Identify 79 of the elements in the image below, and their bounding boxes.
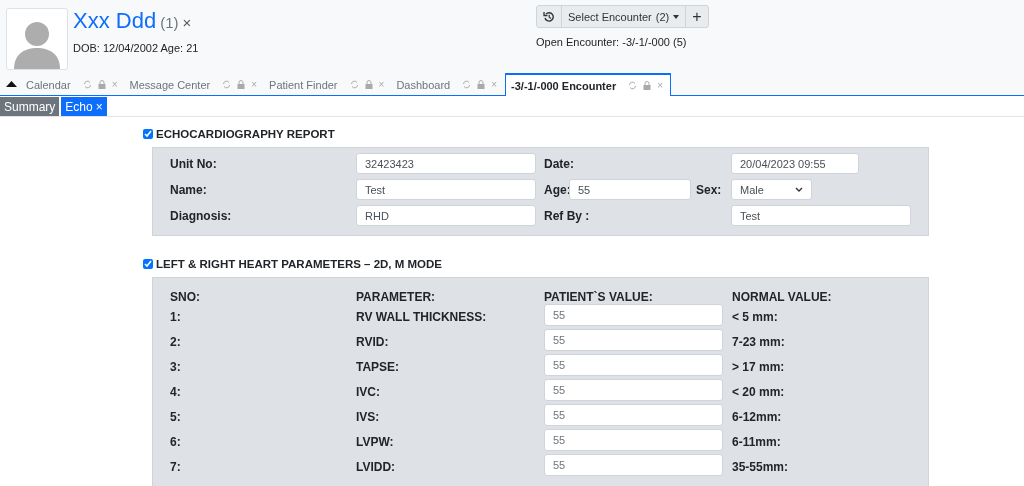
input-field[interactable]: 20/04/2023 09:55	[731, 153, 859, 174]
serial-number: 3:	[170, 359, 182, 374]
lock-icon[interactable]	[364, 80, 373, 89]
input-field[interactable]: RHD	[356, 205, 536, 226]
input-field[interactable]: Test	[731, 205, 911, 226]
field-label: Sex:	[696, 182, 723, 197]
section-title: ECHOCARDIOGRAPHY REPORT	[156, 128, 335, 140]
patient-count: (1)	[160, 14, 179, 31]
caret-icon	[673, 14, 680, 19]
parameter-name: IVC:	[356, 384, 381, 399]
input-field[interactable]: 55	[544, 379, 723, 401]
normal-value: 7-23 mm:	[732, 334, 785, 349]
refresh-icon[interactable]	[222, 80, 232, 89]
normal-value: < 20 mm:	[732, 384, 785, 399]
field-label: Diagnosis:	[170, 208, 233, 223]
section-checkbox[interactable]	[143, 259, 153, 269]
tab[interactable]: -3/-1/-000 Encounter ×	[505, 73, 672, 96]
normal-value: > 17 mm:	[732, 359, 785, 374]
column-header: PATIENT`S VALUE:	[544, 289, 654, 304]
tab[interactable]: Patient Finder ×	[265, 73, 393, 95]
section-title: LEFT & RIGHT HEART PARAMETERS – 2D, M MODE	[156, 258, 443, 270]
chevron-down-icon	[795, 187, 803, 192]
parameter-name: RVID:	[356, 334, 390, 349]
serial-number: 7:	[170, 459, 182, 474]
field-label: Unit No:	[170, 156, 218, 171]
lock-icon[interactable]	[237, 80, 246, 89]
input-field[interactable]: Test	[356, 179, 536, 200]
close-button[interactable]: ×	[182, 14, 192, 31]
serial-number: 6:	[170, 434, 182, 449]
input-field[interactable]: 32423423	[356, 153, 536, 174]
normal-value: 6-12mm:	[732, 409, 782, 424]
field-label: Ref By :	[544, 208, 591, 223]
patient-name-link[interactable]: Xxx Ddd	[73, 8, 157, 34]
input-field[interactable]: 55	[544, 354, 723, 376]
tab[interactable]: Calendar ×	[22, 73, 126, 95]
serial-number: 5:	[170, 409, 182, 424]
subtab[interactable]: Echo ×	[61, 97, 107, 116]
field-label: Date:	[544, 156, 575, 171]
lock-icon[interactable]	[477, 80, 486, 89]
history-icon	[543, 10, 555, 23]
serial-number: 4:	[170, 384, 182, 399]
parameter-name: TAPSE:	[356, 359, 401, 374]
avatar-placeholder	[6, 8, 68, 70]
serial-number: 2:	[170, 334, 182, 349]
normal-value: 6-11mm:	[732, 434, 781, 449]
refresh-icon[interactable]	[462, 80, 472, 89]
collapse-icon[interactable]	[5, 81, 17, 87]
section-checkbox[interactable]	[143, 129, 153, 139]
column-header: SNO:	[170, 289, 201, 304]
patient-dob-age: DOB: 12/04/2002 Age: 21	[73, 42, 199, 54]
tab[interactable]: Dashboard ×	[392, 73, 506, 95]
column-header: NORMAL VALUE:	[732, 289, 832, 304]
tab[interactable]: Message Center ×	[125, 73, 266, 95]
lock-icon[interactable]	[643, 81, 652, 90]
field-label: Name:	[170, 182, 208, 197]
open-encounter-text: Open Encounter: -3/-1/-000 (5)	[536, 36, 688, 48]
input-field[interactable]: 55	[544, 429, 723, 451]
parameter-name: LVIDD:	[356, 459, 397, 474]
refresh-icon[interactable]	[349, 80, 359, 89]
lock-icon[interactable]	[97, 80, 106, 89]
select-encounter-dropdown[interactable]: Select Encounter (2)	[561, 6, 686, 27]
input-field[interactable]: 55	[569, 179, 691, 200]
field-label: Age:	[544, 182, 569, 197]
parameter-name: LVPW:	[356, 434, 395, 449]
input-field[interactable]: 55	[544, 454, 723, 476]
add-button[interactable]: +	[685, 6, 708, 27]
sex-select[interactable]: Male	[731, 179, 812, 200]
column-header: PARAMETER:	[356, 289, 437, 304]
normal-value: 35-55mm:	[732, 459, 789, 474]
serial-number: 1:	[170, 309, 182, 324]
refresh-icon[interactable]	[628, 81, 638, 90]
input-field[interactable]: 55	[544, 304, 723, 326]
parameter-name: IVS:	[356, 409, 381, 424]
input-field[interactable]: 55	[544, 404, 723, 426]
parameter-name: RV WALL THICKNESS:	[356, 309, 488, 324]
normal-value: < 5 mm:	[732, 309, 778, 324]
input-field[interactable]: 55	[544, 329, 723, 351]
subtab[interactable]: Summary	[0, 97, 60, 116]
refresh-icon[interactable]	[82, 80, 92, 89]
